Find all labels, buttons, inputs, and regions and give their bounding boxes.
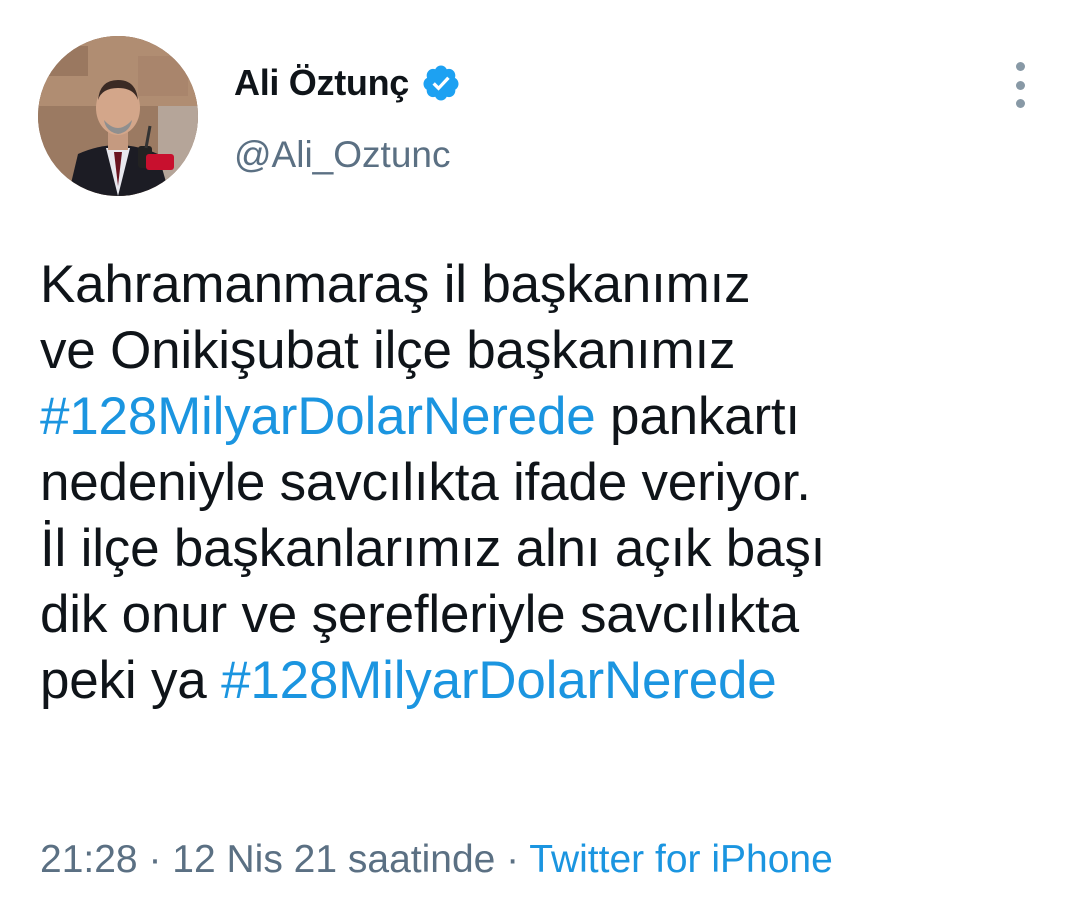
tweet-text-segment: pankartı bbox=[595, 387, 800, 446]
avatar-photo bbox=[38, 36, 198, 196]
tweet-text-line: Kahramanmaraş il başkanımız bbox=[40, 252, 1050, 318]
verified-badge-icon bbox=[421, 63, 461, 103]
meta-separator: · bbox=[137, 838, 173, 881]
tweet-text-line: İl ilçe başkanlarımız alnı açık başı bbox=[40, 516, 1050, 582]
more-vertical-icon-dot bbox=[1015, 99, 1025, 108]
author-display-name[interactable]: Ali Öztunç bbox=[234, 62, 409, 104]
tweet-text-segment: peki ya bbox=[40, 651, 222, 710]
author-handle[interactable]: @Ali_Oztunc bbox=[234, 134, 450, 176]
tweet-text-segment: Kahramanmaraş il başkanımız bbox=[40, 255, 751, 314]
tweet-date[interactable]: 12 Nis 21 saatinde bbox=[172, 838, 495, 881]
tweet-text-line: ve Onikişubat ilçe başkanımız bbox=[40, 318, 1050, 384]
tweet-text-line: nedeniyle savcılıkta ifade veriyor. bbox=[40, 450, 1050, 516]
tweet-meta: 21:28 · 12 Nis 21 saatinde · Twitter for… bbox=[40, 838, 833, 882]
more-options-button[interactable] bbox=[1005, 62, 1035, 108]
tweet-text-segment: dik onur ve şerefleriyle savcılıkta bbox=[40, 585, 799, 644]
hashtag-link[interactable]: #128MilyarDolarNerede bbox=[40, 387, 596, 446]
more-vertical-icon-dot bbox=[1015, 80, 1025, 90]
tweet-text-segment: İl ilçe başkanlarımız alnı açık başı bbox=[40, 519, 826, 578]
author-name-row: Ali Öztunç bbox=[234, 58, 461, 108]
meta-separator: · bbox=[495, 838, 530, 881]
tweet-time[interactable]: 21:28 bbox=[40, 838, 138, 881]
tweet-text-segment: ve Onikişubat ilçe başkanımız bbox=[40, 321, 736, 380]
tweet-text-line: dik onur ve şerefleriyle savcılıkta bbox=[40, 582, 1050, 648]
tweet-card: Ali Öztunç @Ali_Oztunc Kahramanmaraş il … bbox=[0, 0, 1080, 918]
avatar[interactable] bbox=[38, 36, 198, 196]
more-vertical-icon-dot bbox=[1015, 62, 1025, 71]
tweet-text-line: #128MilyarDolarNerede pankartı bbox=[40, 384, 1050, 450]
tweet-text-line: peki ya #128MilyarDolarNerede bbox=[40, 648, 1050, 714]
tweet-text-segment: nedeniyle savcılıkta ifade veriyor. bbox=[40, 453, 811, 512]
hashtag-link[interactable]: #128MilyarDolarNerede bbox=[221, 651, 777, 710]
tweet-source-link[interactable]: Twitter for iPhone bbox=[529, 838, 832, 881]
tweet-text: Kahramanmaraş il başkanımız ve Onikişuba… bbox=[40, 252, 1050, 714]
